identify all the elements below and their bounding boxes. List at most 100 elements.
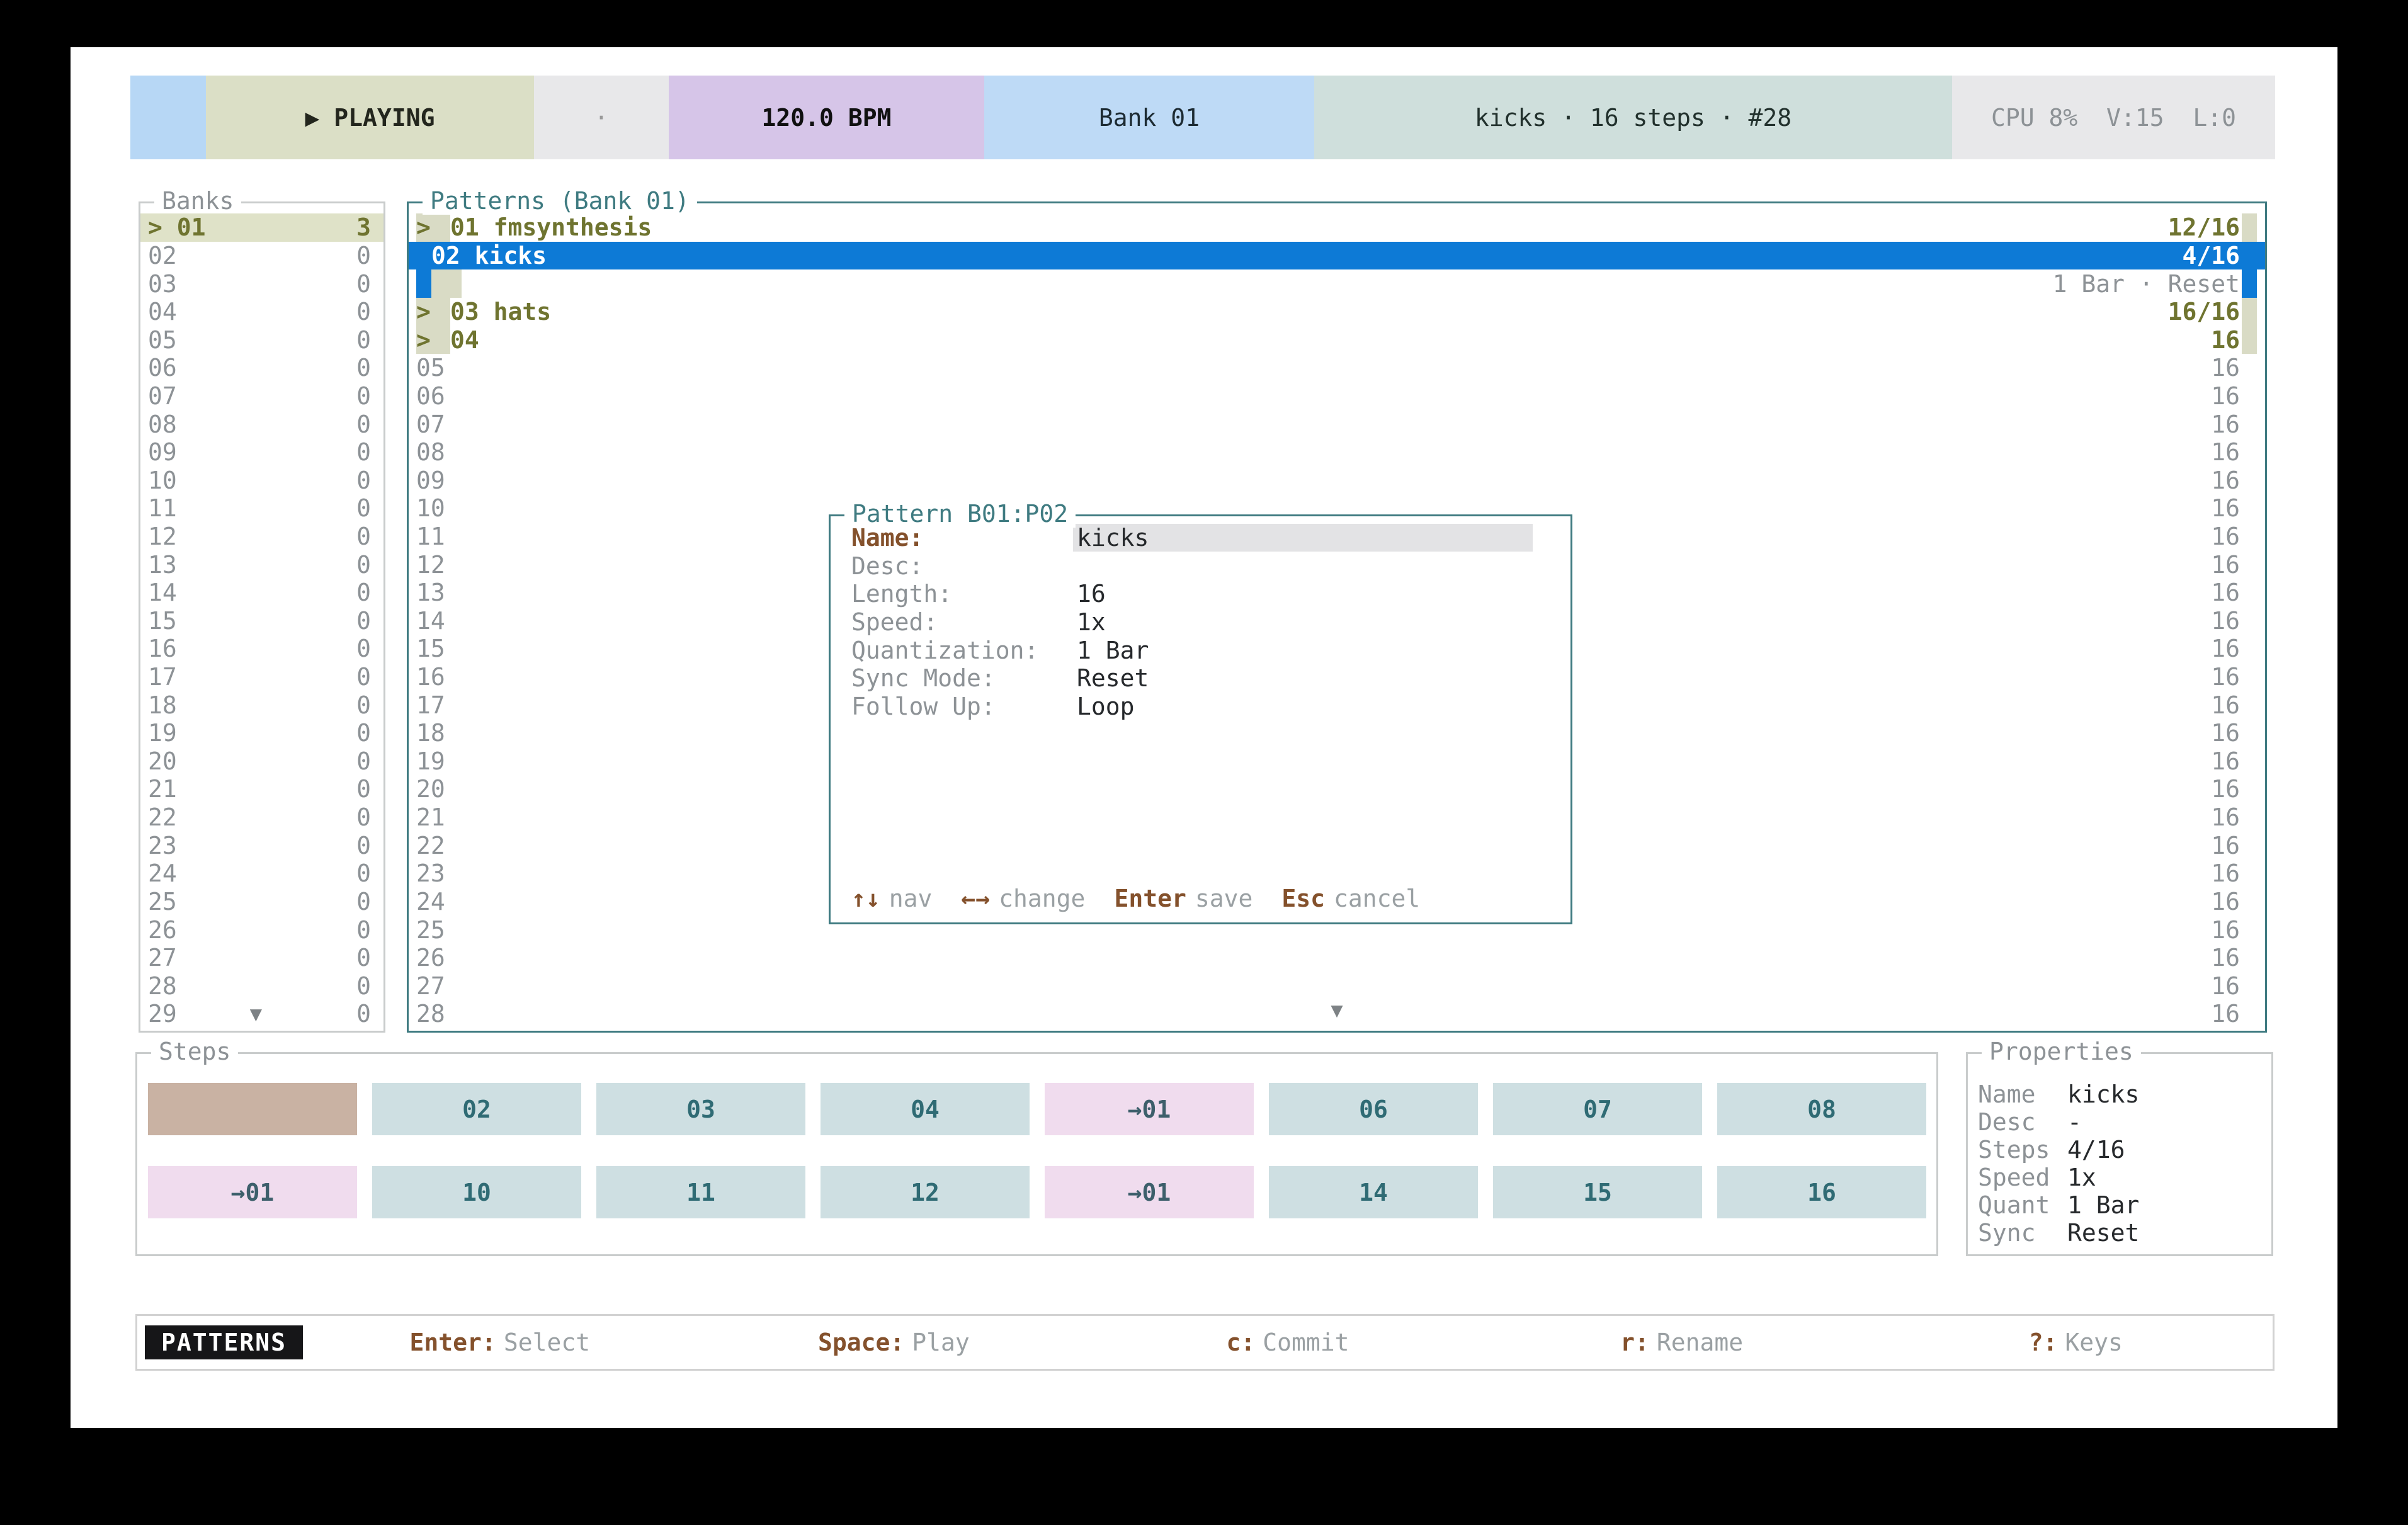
step-cell[interactable]: 07 [1493, 1083, 1702, 1135]
bank-row[interactable]: 19 0 [140, 719, 383, 747]
bank-id: 18 [148, 691, 177, 719]
bank-row[interactable]: 23 0 [140, 831, 383, 859]
pattern-label: 20 [416, 775, 445, 803]
step-cell[interactable]: 12 [821, 1166, 1030, 1218]
pattern-row[interactable]: > 04 16 [409, 326, 2265, 354]
bank-row[interactable]: 17 0 [140, 663, 383, 691]
pattern-step-count: 16 [2211, 607, 2240, 635]
patterns-panel-title: Patterns (Bank 01) [423, 187, 697, 215]
pattern-row[interactable]: 05 16 [409, 354, 2265, 382]
property-label: Speed [1978, 1164, 2067, 1191]
pattern-row[interactable]: > 01 fmsynthesis 12/16 [409, 213, 2265, 242]
pattern-row[interactable]: 06 16 [409, 382, 2265, 411]
bank-row[interactable]: 07 0 [140, 382, 383, 411]
pattern-marker: > [416, 213, 431, 242]
pattern-row[interactable]: 02 kicks 4/16 [409, 242, 2265, 270]
step-cell[interactable]: →01 [1045, 1166, 1254, 1218]
pattern-step-count: 16 [2211, 579, 2240, 606]
pattern-row[interactable]: 08 16 [409, 438, 2265, 467]
pattern-marker [416, 242, 431, 270]
bank-row-selected[interactable]: > 01 3 [140, 213, 383, 242]
pattern-row[interactable]: > 03 hats 16/16 [409, 298, 2265, 326]
scrollbar-thumb [2242, 269, 2257, 298]
bank-row[interactable]: 29 ▼ 0 [140, 1000, 383, 1028]
step-cell[interactable]: 06 [1269, 1083, 1478, 1135]
pattern-row[interactable]: 09 16 [409, 466, 2265, 494]
step-cell[interactable]: 11 [596, 1166, 805, 1218]
bank-row[interactable]: 18 0 [140, 691, 383, 719]
dialog-field-value[interactable]: kicks [1073, 524, 1533, 552]
bank-row[interactable]: 15 0 [140, 607, 383, 635]
scrollbar-thumb [2242, 944, 2257, 972]
bank-row[interactable]: 06 0 [140, 354, 383, 382]
bank-row[interactable]: 24 0 [140, 859, 383, 888]
bank-row[interactable]: 21 0 [140, 775, 383, 803]
dialog-field-value[interactable]: Loop [1077, 693, 1135, 720]
bank-row[interactable]: 13 0 [140, 550, 383, 579]
bank-row[interactable]: 10 0 [140, 466, 383, 494]
step-cell[interactable]: 16 [1717, 1166, 1926, 1218]
bank-row[interactable]: 12 0 [140, 523, 383, 551]
pattern-step-count: 16 [2211, 691, 2240, 719]
step-cell[interactable] [148, 1083, 357, 1135]
bank-row[interactable]: 03 0 [140, 269, 383, 298]
pattern-row[interactable]: 07 16 [409, 410, 2265, 438]
bank-id: 20 [148, 747, 177, 775]
step-cell[interactable]: 15 [1493, 1166, 1702, 1218]
bank-row[interactable]: 25 0 [140, 888, 383, 916]
bank-row[interactable]: 16 0 [140, 635, 383, 663]
dialog-field-row[interactable]: Quantization: 1 Bar [831, 636, 1570, 664]
bank-row[interactable]: 14 0 [140, 579, 383, 607]
bank-row[interactable]: 08 0 [140, 410, 383, 438]
step-cell[interactable]: 14 [1269, 1166, 1478, 1218]
step-cell-label: 03 [686, 1096, 715, 1123]
bank-row[interactable]: 27 0 [140, 944, 383, 972]
step-cell[interactable]: 03 [596, 1083, 805, 1135]
bank-id: 28 [148, 972, 177, 1000]
dialog-field-row[interactable]: Desc: [831, 552, 1570, 581]
step-cell[interactable]: 08 [1717, 1083, 1926, 1135]
dialog-field-value[interactable]: 16 [1077, 580, 1106, 608]
pattern-label: 23 [416, 859, 445, 887]
bank-pattern-count: 0 [356, 888, 371, 916]
dialog-field-value[interactable]: Reset [1077, 664, 1149, 692]
step-cell[interactable]: →01 [148, 1166, 357, 1218]
app-window: ▶ PLAYING · 120.0 BPM Bank 01 kicks · 16… [71, 47, 2337, 1428]
dialog-field-row[interactable]: Sync Mode: Reset [831, 664, 1570, 693]
step-cell[interactable]: 02 [372, 1083, 581, 1135]
dialog-field-value[interactable]: 1x [1077, 608, 1106, 636]
bank-row[interactable]: 02 0 [140, 242, 383, 270]
pattern-label: 17 [416, 691, 445, 719]
bank-id: 23 [148, 832, 177, 859]
property-label: Quant [1978, 1191, 2067, 1219]
bank-row[interactable]: 11 0 [140, 494, 383, 523]
bank-row[interactable]: 28 0 [140, 972, 383, 1000]
bank-id: 11 [148, 494, 177, 522]
bank-row[interactable]: 26 0 [140, 916, 383, 944]
bank-row[interactable]: 05 0 [140, 326, 383, 354]
keybar-item: ?: Keys [1878, 1329, 2273, 1356]
bank-row[interactable]: 20 0 [140, 747, 383, 776]
property-label: Sync [1978, 1219, 2067, 1247]
dialog-field-row[interactable]: Follow Up: Loop [831, 693, 1570, 721]
pattern-step-count: 16 [2211, 775, 2240, 803]
scrollbar-thumb [2242, 382, 2257, 411]
bank-row[interactable]: 04 0 [140, 298, 383, 326]
dialog-field-row[interactable]: Name: kicks [831, 524, 1570, 552]
dialog-field-value[interactable]: 1 Bar [1077, 637, 1149, 664]
bank-row[interactable]: 22 0 [140, 803, 383, 832]
pattern-row[interactable]: 1 Bar · Reset [409, 269, 2265, 298]
pattern-row[interactable]: 27 16 [409, 972, 2265, 1000]
step-cell[interactable]: 04 [821, 1083, 1030, 1135]
dialog-field-row[interactable]: Speed: 1x [831, 608, 1570, 637]
bank-row[interactable]: 09 0 [140, 438, 383, 467]
dialog-field-row[interactable]: Length: 16 [831, 580, 1570, 608]
keybar-key: Enter: [410, 1329, 496, 1356]
step-cell[interactable]: 10 [372, 1166, 581, 1218]
pattern-row[interactable]: 26 16 [409, 944, 2265, 972]
pattern-label: 16 [416, 663, 445, 691]
step-cell-label: 16 [1807, 1179, 1836, 1206]
step-cell-label: 02 [462, 1096, 491, 1123]
step-cell[interactable]: →01 [1045, 1083, 1254, 1135]
keybar-action: Commit [1263, 1329, 1349, 1356]
